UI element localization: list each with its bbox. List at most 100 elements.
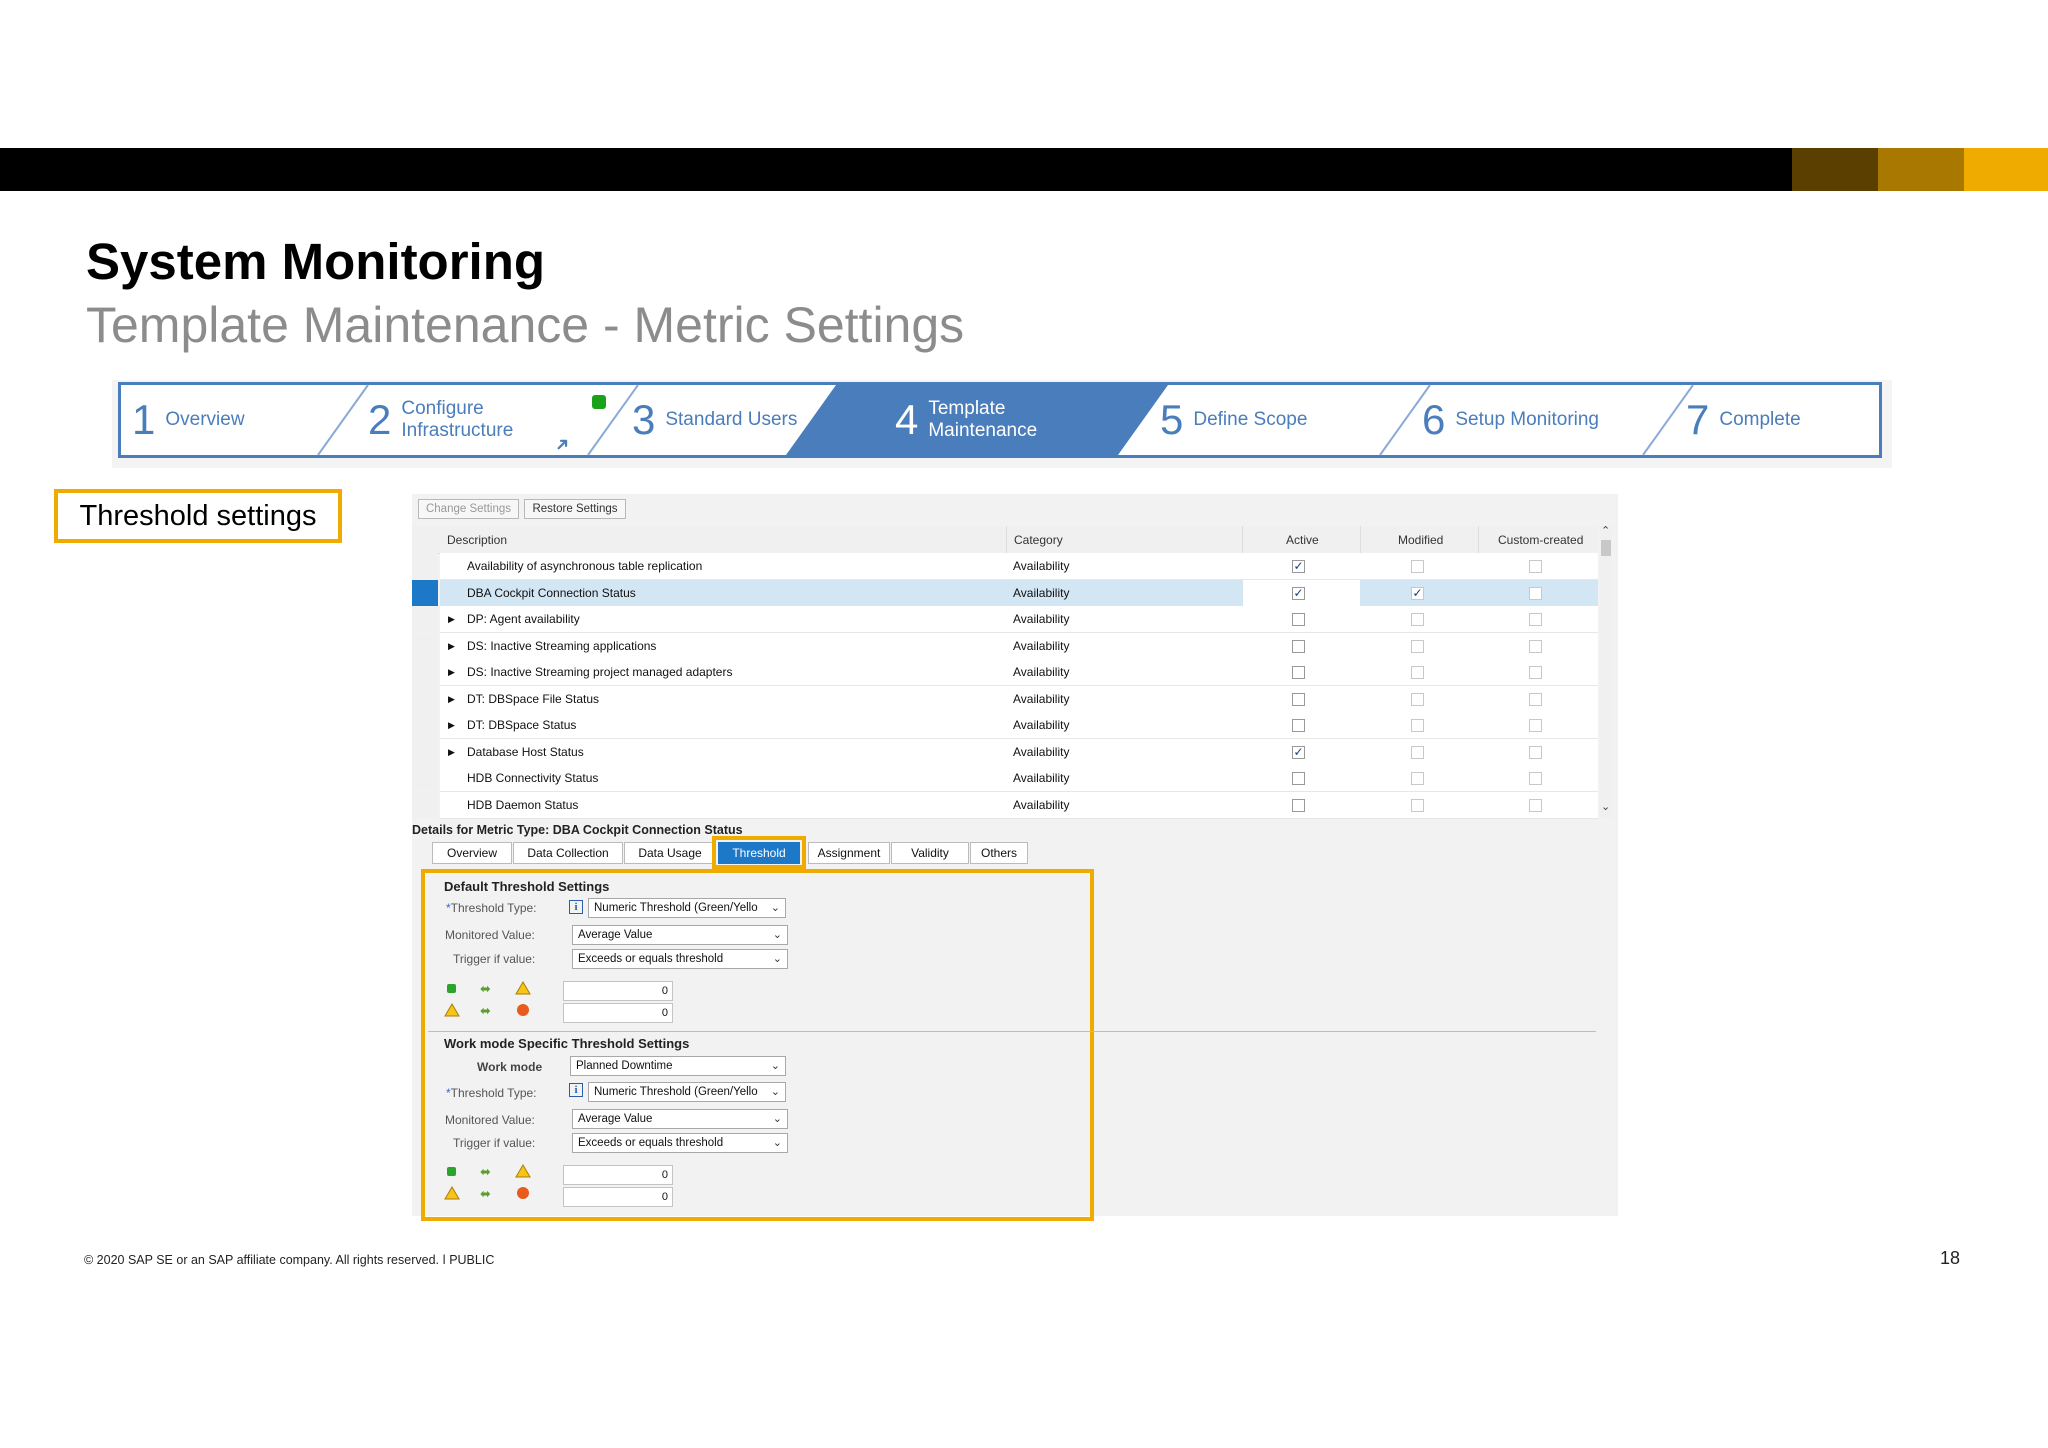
- monitored-value-select[interactable]: Average Value ⌄: [572, 1109, 788, 1129]
- step-label: Define Scope: [1193, 409, 1308, 430]
- roadmap-step-1[interactable]: 1 Overview: [132, 382, 245, 458]
- row-selector[interactable]: [412, 659, 438, 685]
- tab-others[interactable]: Others: [970, 842, 1028, 864]
- modified-checkbox[interactable]: ✓: [1411, 587, 1424, 600]
- threshold-type-value: Numeric Threshold (Green/Yello: [594, 1086, 758, 1098]
- threshold-type-select[interactable]: Numeric Threshold (Green/Yello ⌄: [588, 1082, 786, 1102]
- expand-arrow-icon[interactable]: ▶: [448, 739, 455, 765]
- custom-created-checkbox[interactable]: [1529, 613, 1542, 626]
- column-header-category[interactable]: Category: [1014, 526, 1063, 553]
- row-description: DP: Agent availability: [467, 612, 580, 626]
- row-description: Database Host Status: [467, 745, 584, 759]
- row-category: Availability: [1013, 718, 1070, 732]
- scroll-down-icon[interactable]: ⌄: [1601, 800, 1610, 813]
- column-header-active[interactable]: Active: [1286, 526, 1319, 553]
- column-header-custom-created[interactable]: Custom-created: [1498, 526, 1583, 553]
- threshold-settings-callout: Threshold settings: [54, 489, 342, 543]
- threshold-legend-icons-workmode: ⬌ ⬌: [444, 1164, 531, 1202]
- monitored-value: Average Value: [578, 929, 653, 941]
- step-label: Template Maintenance: [928, 398, 1038, 441]
- active-checkbox[interactable]: [1292, 772, 1305, 785]
- row-selector[interactable]: [412, 553, 438, 579]
- chevron-down-icon: ⌄: [770, 1060, 780, 1072]
- monitored-value-select[interactable]: Average Value ⌄: [572, 925, 788, 945]
- roadmap-step-4[interactable]: 4 Template Maintenance: [895, 382, 1037, 458]
- custom-created-checkbox[interactable]: [1529, 772, 1542, 785]
- step-number: 7: [1686, 396, 1710, 443]
- column-header-description[interactable]: Description: [447, 526, 507, 553]
- custom-created-checkbox[interactable]: [1529, 587, 1542, 600]
- active-checkbox[interactable]: [1292, 799, 1305, 812]
- expand-arrow-icon[interactable]: ▶: [448, 633, 455, 659]
- trigger-select[interactable]: Exceeds or equals threshold ⌄: [572, 949, 788, 969]
- modified-checkbox[interactable]: [1411, 772, 1424, 785]
- expand-arrow-icon[interactable]: ▶: [448, 712, 455, 738]
- info-icon[interactable]: i: [569, 1083, 583, 1097]
- custom-created-checkbox[interactable]: [1529, 693, 1542, 706]
- modified-checkbox[interactable]: [1411, 640, 1424, 653]
- modified-checkbox[interactable]: [1411, 560, 1424, 573]
- scroll-up-icon[interactable]: ⌃: [1601, 524, 1610, 537]
- active-checkbox[interactable]: [1292, 640, 1305, 653]
- row-category: Availability: [1013, 639, 1070, 653]
- active-checkbox[interactable]: [1292, 693, 1305, 706]
- roadmap-step-5[interactable]: 5 Define Scope: [1160, 382, 1307, 458]
- active-checkbox[interactable]: [1292, 666, 1305, 679]
- threshold-red-input[interactable]: 0: [563, 1003, 673, 1023]
- roadmap-step-7[interactable]: 7 Complete: [1686, 382, 1801, 458]
- info-icon[interactable]: i: [569, 900, 583, 914]
- active-checkbox[interactable]: ✓: [1292, 746, 1305, 759]
- roadmap-step-2[interactable]: 2 Configure Infrastructure: [368, 382, 513, 458]
- column-header-modified[interactable]: Modified: [1398, 526, 1443, 553]
- section-divider: [428, 1031, 1596, 1032]
- custom-created-checkbox[interactable]: [1529, 560, 1542, 573]
- expand-arrow-icon[interactable]: ▶: [448, 659, 455, 685]
- roadmap-step-3[interactable]: 3 Standard Users: [632, 382, 797, 458]
- roadmap-step-6[interactable]: 6 Setup Monitoring: [1422, 382, 1599, 458]
- threshold-type-select[interactable]: Numeric Threshold (Green/Yello ⌄: [588, 898, 786, 918]
- modified-checkbox[interactable]: [1411, 719, 1424, 732]
- active-checkbox[interactable]: ✓: [1292, 587, 1305, 600]
- row-selector[interactable]: [412, 739, 438, 765]
- row-selector[interactable]: [412, 792, 438, 818]
- modified-checkbox[interactable]: [1411, 746, 1424, 759]
- custom-created-checkbox[interactable]: [1529, 719, 1542, 732]
- row-selector[interactable]: [412, 606, 438, 632]
- row-selector[interactable]: [412, 765, 438, 791]
- tab-data-usage[interactable]: Data Usage: [624, 842, 716, 864]
- work-mode-select[interactable]: Planned Downtime ⌄: [570, 1056, 786, 1076]
- row-selector[interactable]: [412, 686, 438, 712]
- restore-settings-button[interactable]: Restore Settings: [524, 499, 626, 519]
- threshold-red-input[interactable]: 0: [563, 1187, 673, 1207]
- table-scrollbar[interactable]: [1600, 526, 1612, 818]
- expand-arrow-icon[interactable]: ▶: [448, 606, 455, 632]
- threshold-yellow-input[interactable]: 0: [563, 1165, 673, 1185]
- tab-assignment[interactable]: Assignment: [808, 842, 890, 864]
- change-settings-button[interactable]: Change Settings: [418, 499, 519, 519]
- expand-arrow-icon[interactable]: ▶: [448, 686, 455, 712]
- custom-created-checkbox[interactable]: [1529, 799, 1542, 812]
- custom-created-checkbox[interactable]: [1529, 640, 1542, 653]
- row-category: Availability: [1013, 559, 1070, 573]
- custom-created-checkbox[interactable]: [1529, 666, 1542, 679]
- modified-checkbox[interactable]: [1411, 666, 1424, 679]
- workmode-threshold-heading: Work mode Specific Threshold Settings: [444, 1036, 690, 1051]
- active-checkbox[interactable]: [1292, 613, 1305, 626]
- modified-checkbox[interactable]: [1411, 799, 1424, 812]
- chevron-down-icon: ⌄: [772, 953, 782, 965]
- modified-checkbox[interactable]: [1411, 613, 1424, 626]
- row-selector[interactable]: [412, 633, 438, 659]
- active-checkbox[interactable]: ✓: [1292, 560, 1305, 573]
- trigger-label: Trigger if value:: [453, 952, 536, 966]
- trigger-select[interactable]: Exceeds or equals threshold ⌄: [572, 1133, 788, 1153]
- tab-overview[interactable]: Overview: [432, 842, 512, 864]
- active-checkbox[interactable]: [1292, 719, 1305, 732]
- tab-data-collection[interactable]: Data Collection: [513, 842, 623, 864]
- scrollbar-thumb[interactable]: [1601, 540, 1611, 556]
- modified-checkbox[interactable]: [1411, 693, 1424, 706]
- row-selector[interactable]: [412, 580, 438, 606]
- custom-created-checkbox[interactable]: [1529, 746, 1542, 759]
- tab-validity[interactable]: Validity: [891, 842, 969, 864]
- row-selector[interactable]: [412, 712, 438, 738]
- threshold-yellow-input[interactable]: 0: [563, 981, 673, 1001]
